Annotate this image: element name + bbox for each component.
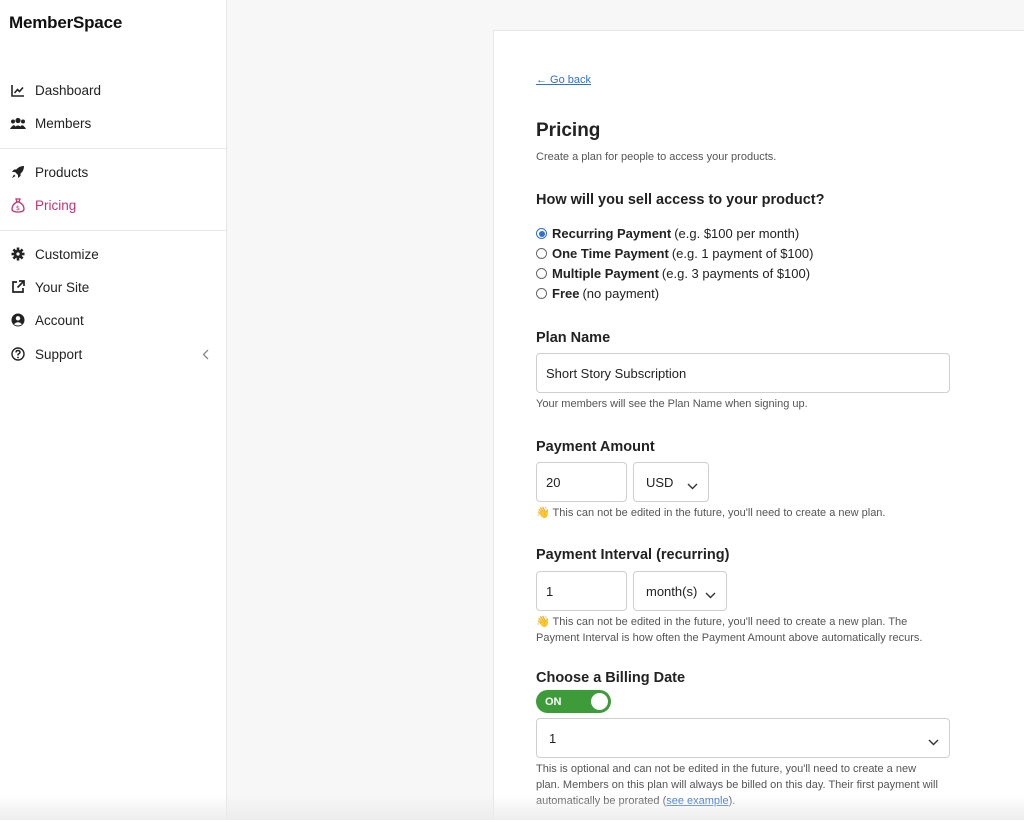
sidebar: MemberSpace Dashboard Members Products $… bbox=[0, 0, 227, 820]
billing-date-label: Choose a Billing Date bbox=[536, 670, 686, 686]
payment-amount-input[interactable]: 20 bbox=[536, 462, 627, 502]
sidebar-item-label: Dashboard bbox=[35, 82, 102, 98]
sidebar-item-label: Pricing bbox=[35, 197, 77, 213]
external-link-icon bbox=[10, 279, 26, 295]
payment-amount-label: Payment Amount bbox=[536, 439, 655, 455]
chevron-left-icon[interactable] bbox=[202, 348, 209, 363]
sidebar-item-products[interactable]: Products bbox=[0, 157, 226, 187]
radio-detail: (e.g. 3 payments of $100) bbox=[661, 266, 811, 281]
radio-label: Multiple Payment bbox=[552, 266, 659, 281]
users-icon bbox=[10, 115, 26, 131]
sidebar-divider bbox=[0, 148, 226, 149]
sidebar-item-support[interactable]: Support bbox=[0, 339, 226, 369]
pricing-form-card: ← Go back Pricing Create a plan for peop… bbox=[493, 30, 1024, 820]
payment-interval-label: Payment Interval (recurring) bbox=[536, 547, 730, 563]
sidebar-item-customize[interactable]: Customize bbox=[0, 239, 226, 269]
app-logo[interactable]: MemberSpace bbox=[9, 13, 122, 33]
plan-name-input[interactable]: Short Story Subscription bbox=[536, 353, 950, 393]
toggle-label: ON bbox=[545, 695, 562, 708]
radio-recurring-payment[interactable]: Recurring Payment (e.g. $100 per month) bbox=[536, 226, 799, 241]
sidebar-item-account[interactable]: Account bbox=[0, 305, 226, 335]
interval-unit-select[interactable]: month(s) bbox=[633, 571, 727, 611]
chevron-down-icon bbox=[928, 734, 939, 749]
page-subtitle: Create a plan for people to access your … bbox=[536, 151, 777, 163]
interval-unit-value: month(s) bbox=[646, 583, 698, 599]
currency-select[interactable]: USD bbox=[633, 462, 709, 502]
radio-button[interactable] bbox=[536, 268, 547, 279]
sidebar-item-dashboard[interactable]: Dashboard bbox=[0, 75, 226, 105]
sidebar-divider bbox=[0, 230, 226, 231]
billing-day-select[interactable]: 1 bbox=[536, 718, 950, 758]
radio-label: Recurring Payment bbox=[552, 226, 672, 241]
billing-date-hint-3: automatically be prorated (see example). bbox=[536, 793, 735, 809]
question-circle-icon bbox=[10, 346, 26, 362]
money-bag-icon: $ bbox=[10, 197, 26, 213]
radio-detail: (no payment) bbox=[582, 286, 660, 301]
chevron-down-icon bbox=[687, 478, 698, 493]
toggle-knob bbox=[591, 693, 608, 710]
hint-text: ). bbox=[728, 795, 736, 807]
radio-one-time-payment[interactable]: One Time Payment (e.g. 1 payment of $100… bbox=[536, 246, 813, 261]
page-title: Pricing bbox=[536, 120, 601, 141]
chevron-down-icon bbox=[705, 587, 716, 602]
radio-label: One Time Payment bbox=[552, 246, 669, 261]
billing-date-toggle[interactable]: ON bbox=[536, 690, 611, 713]
payment-amount-hint: 👋 This can not be edited in the future, … bbox=[536, 507, 886, 519]
currency-value: USD bbox=[646, 474, 674, 490]
plan-name-hint: Your members will see the Plan Name when… bbox=[536, 398, 808, 410]
rocket-icon bbox=[10, 164, 26, 180]
sidebar-item-your-site[interactable]: Your Site bbox=[0, 272, 226, 302]
gear-icon bbox=[10, 246, 26, 262]
billing-date-hint-1: This is optional and can not be edited i… bbox=[536, 763, 917, 775]
payment-interval-hint-2: Payment Interval is how often the Paymen… bbox=[536, 632, 923, 644]
sidebar-item-label: Your Site bbox=[35, 279, 90, 295]
radio-label: Free bbox=[552, 286, 580, 301]
sidebar-item-label: Account bbox=[35, 312, 84, 328]
sidebar-item-label: Support bbox=[35, 346, 83, 362]
radio-button[interactable] bbox=[536, 228, 547, 239]
go-back-link[interactable]: ← Go back bbox=[536, 74, 591, 86]
radio-detail: (e.g. $100 per month) bbox=[674, 226, 800, 241]
sidebar-item-label: Members bbox=[35, 115, 92, 131]
see-example-link[interactable]: see example bbox=[666, 795, 728, 807]
plan-name-label: Plan Name bbox=[536, 330, 611, 346]
payment-interval-hint-1: 👋 This can not be edited in the future, … bbox=[536, 616, 908, 628]
radio-multiple-payment[interactable]: Multiple Payment (e.g. 3 payments of $10… bbox=[536, 266, 810, 281]
chart-line-icon bbox=[10, 82, 26, 98]
radio-button[interactable] bbox=[536, 248, 547, 259]
billing-date-hint-2: plan. Members on this plan will always b… bbox=[536, 779, 938, 791]
svg-text:$: $ bbox=[16, 204, 20, 212]
payment-interval-input[interactable]: 1 bbox=[536, 571, 627, 611]
radio-button[interactable] bbox=[536, 288, 547, 299]
sidebar-item-label: Customize bbox=[35, 246, 99, 262]
sidebar-item-members[interactable]: Members bbox=[0, 108, 226, 138]
billing-day-value: 1 bbox=[549, 730, 557, 746]
sidebar-item-label: Products bbox=[35, 164, 89, 180]
radio-free[interactable]: Free (no payment) bbox=[536, 286, 659, 301]
sidebar-item-pricing[interactable]: $ Pricing bbox=[0, 190, 226, 220]
sell-question-heading: How will you sell access to your product… bbox=[536, 192, 825, 208]
hint-text: automatically be prorated ( bbox=[536, 795, 667, 807]
radio-detail: (e.g. 1 payment of $100) bbox=[671, 246, 814, 261]
user-circle-icon bbox=[10, 312, 26, 328]
